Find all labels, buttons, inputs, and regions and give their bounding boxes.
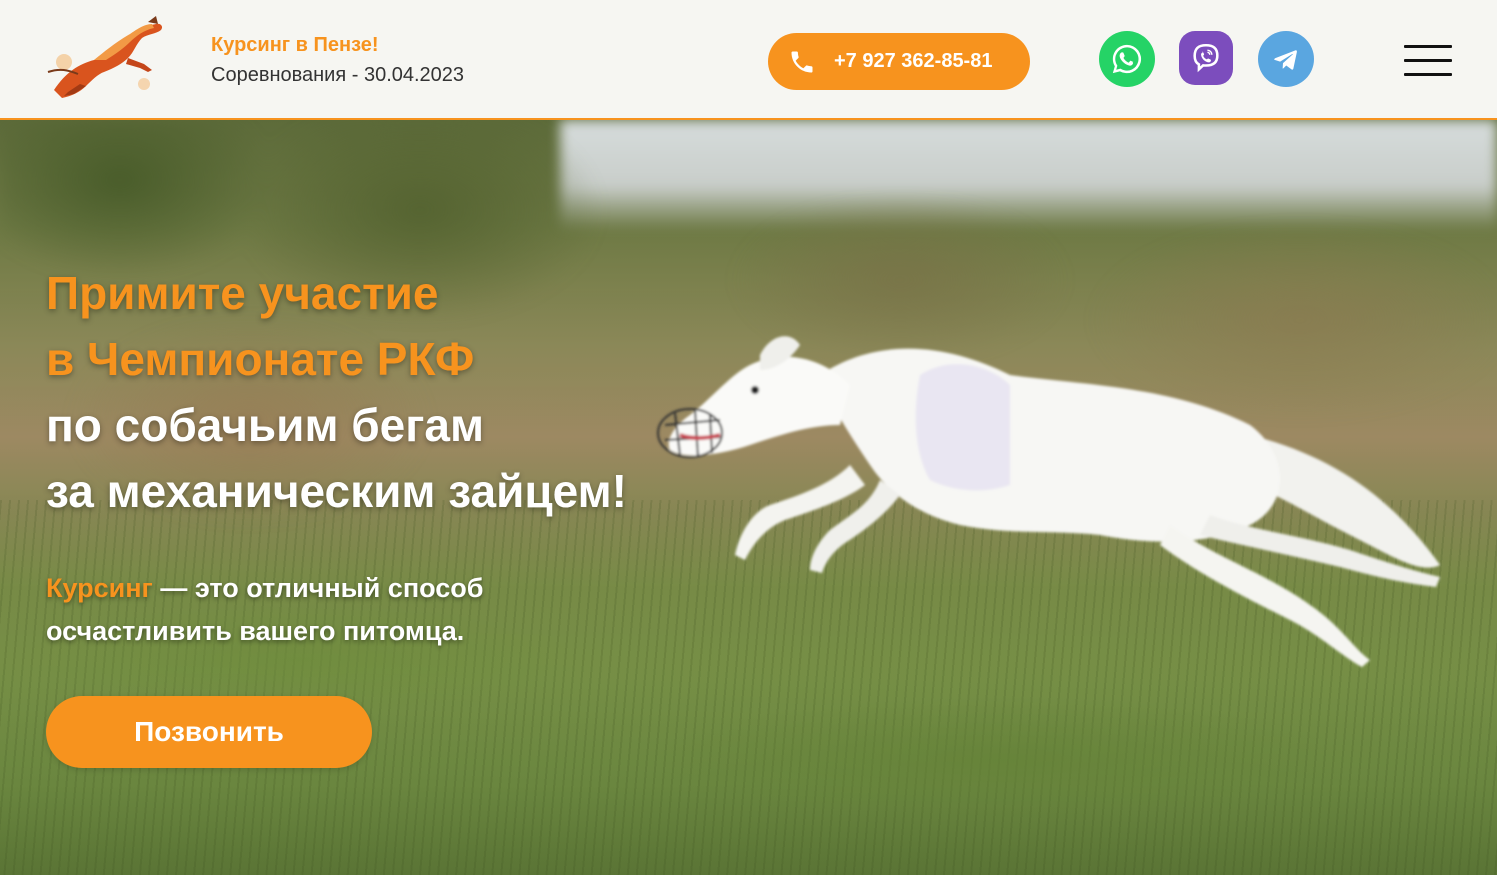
coursing-highlight: Курсинг [46, 573, 153, 603]
telegram-icon [1274, 50, 1297, 70]
running-borzoi-image [657, 336, 1440, 667]
hero-description-rest-2: осчастливить вашего питомца. [46, 616, 465, 646]
telegram-button[interactable] [1258, 31, 1314, 87]
hero-title-line-3: по собачьим бегам [46, 399, 485, 451]
phone-button[interactable]: +7 927 362-85-81 [768, 33, 1030, 90]
hero-title-line-2: в Чемпионате РКФ [46, 333, 475, 385]
whatsapp-button[interactable] [1099, 31, 1155, 87]
brand-title: Курсинг в Пензе! [211, 34, 379, 56]
greyhound-logo[interactable] [44, 12, 169, 102]
phone-number: +7 927 362-85-81 [834, 50, 993, 72]
hero-title-line-4: за механическим зайцем! [46, 465, 627, 517]
hero-title: Примите участие в Чемпионате РКФ по соба… [46, 260, 627, 524]
call-button[interactable]: Позвонить [46, 696, 372, 768]
viber-icon [1193, 43, 1219, 73]
hamburger-menu-icon[interactable] [1404, 42, 1454, 80]
hero-description-rest-1: — это отличный способ [152, 573, 484, 603]
hero-section: Примите участие в Чемпионате РКФ по соба… [0, 120, 1497, 875]
viber-button[interactable] [1179, 31, 1233, 85]
hero-title-line-1: Примите участие [46, 267, 439, 319]
phone-icon [791, 51, 813, 72]
event-date: Соревнования - 30.04.2023 [211, 64, 465, 86]
hero-description: Курсинг — это отличный способ осчастливи… [46, 567, 483, 653]
whatsapp-icon [1112, 44, 1142, 74]
site-header: Курсинг в Пензе! Соревнования - 30.04.20… [0, 0, 1497, 120]
